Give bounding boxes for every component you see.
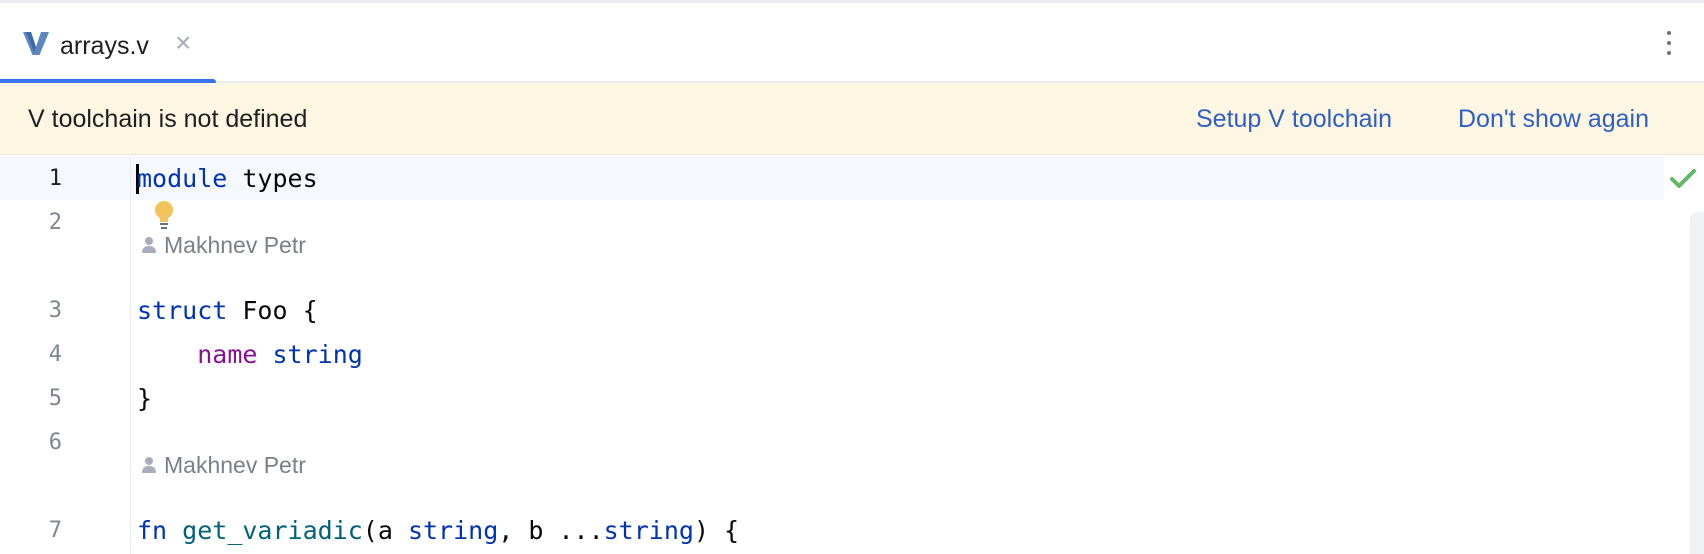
setup-toolchain-link[interactable]: Setup V toolchain [1196, 103, 1392, 135]
type-name: string [272, 340, 363, 369]
keyword: fn [137, 516, 168, 545]
vertical-scrollbar[interactable] [1690, 212, 1704, 554]
code-editor[interactable]: 1 2 3 4 5 6 7 module types Makhnev Petr … [0, 156, 1704, 554]
identifier: types [227, 164, 318, 193]
gutter-separator [130, 156, 131, 554]
code-line-3[interactable]: struct Foo { [137, 296, 318, 326]
identifier: Foo { [227, 296, 318, 325]
code-line-4[interactable]: name string [137, 340, 363, 370]
signature-end: ) { [693, 516, 740, 545]
code-line-1[interactable]: module types [137, 164, 318, 194]
dont-show-again-link[interactable]: Don't show again [1458, 103, 1649, 135]
person-icon [140, 236, 158, 254]
tab-arrays-v[interactable]: arrays.v × [0, 3, 216, 85]
code-line-7[interactable]: fn get_variadic(a string, b ...string) { [137, 516, 739, 546]
code-vision-author[interactable]: Makhnev Petr [140, 230, 306, 260]
line-number: 7 [48, 518, 62, 543]
code-line-5[interactable]: } [137, 384, 152, 414]
tab-label: arrays.v [60, 32, 149, 60]
v-language-icon [23, 32, 49, 55]
keyword: struct [137, 296, 228, 325]
type-name: string [603, 516, 694, 545]
line-number: 5 [48, 386, 62, 411]
editor-tab-bar: arrays.v × [0, 3, 1704, 85]
author-name: Makhnev Petr [164, 232, 306, 258]
more-options-icon[interactable] [1656, 25, 1682, 61]
param-a: (a [362, 516, 408, 545]
type-name: string [407, 516, 499, 545]
line-number: 1 [48, 166, 62, 191]
check-icon[interactable] [1668, 166, 1698, 192]
person-icon [140, 456, 158, 474]
author-name: Makhnev Petr [164, 452, 306, 478]
line-number: 4 [48, 342, 62, 367]
line-number: 3 [48, 298, 62, 323]
toolchain-notification-banner: V toolchain is not defined Setup V toolc… [0, 83, 1704, 155]
keyword: module [137, 164, 228, 193]
line-number: 6 [48, 430, 62, 455]
field-name: name [197, 340, 258, 369]
close-icon[interactable]: × [175, 28, 191, 58]
function-name: get_variadic [182, 516, 363, 545]
brace: } [137, 384, 153, 413]
lightbulb-icon[interactable] [152, 200, 176, 232]
banner-message: V toolchain is not defined [28, 105, 308, 133]
param-b: , b ... [498, 516, 604, 545]
line-number: 2 [48, 210, 62, 235]
code-vision-author[interactable]: Makhnev Petr [140, 450, 306, 480]
